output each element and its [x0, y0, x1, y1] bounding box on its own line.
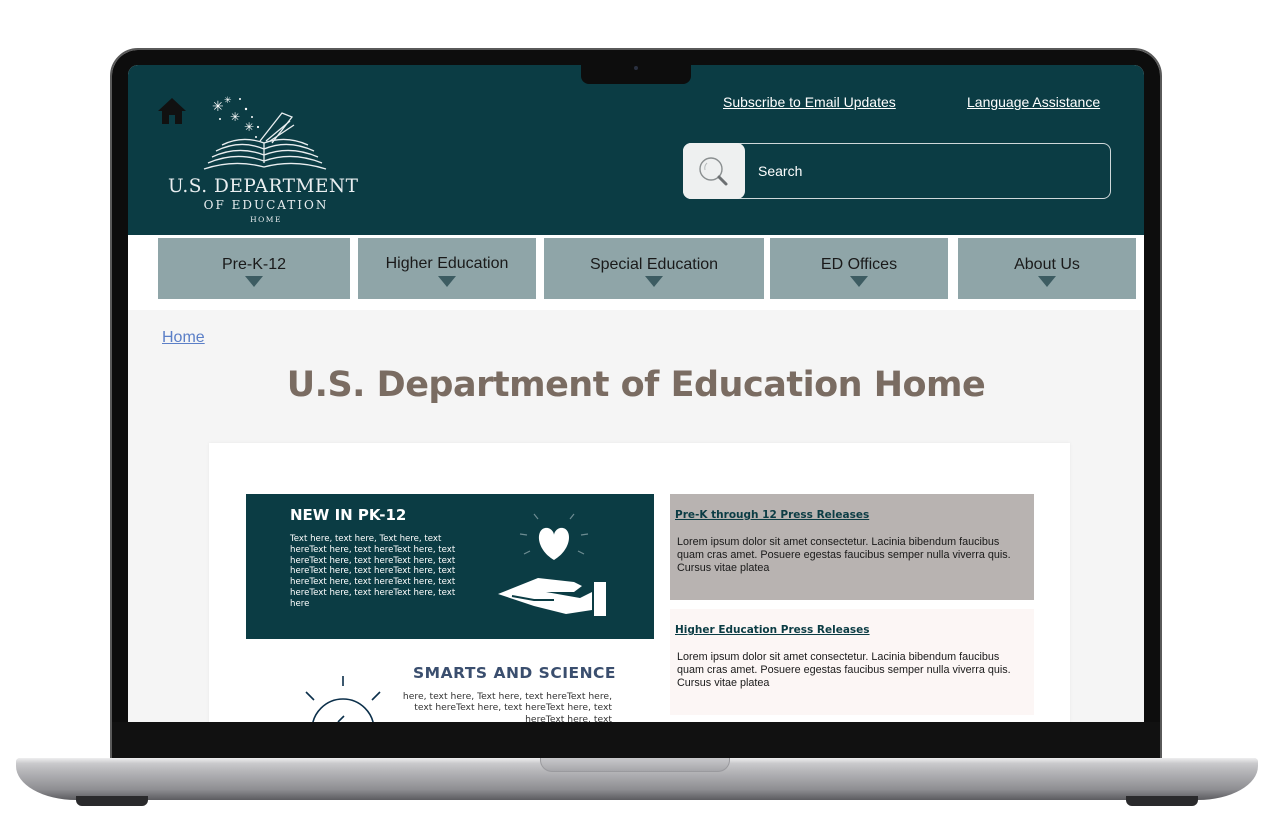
- laptop-thumb-notch: [540, 758, 730, 772]
- chevron-down-icon: [1038, 276, 1056, 287]
- nav-item-label: About Us: [1014, 256, 1080, 273]
- smarts-text: here, text here, Text here, text hereTex…: [402, 691, 612, 722]
- press-text: Lorem ipsum dolor sit amet consectetur. …: [677, 536, 1011, 575]
- press-box-higher-education: Higher Education Press Releases Lorem ip…: [670, 609, 1034, 715]
- chevron-down-icon: [245, 276, 263, 287]
- nav-item-higher-education[interactable]: Higher Education: [358, 238, 536, 299]
- search-placeholder: Search: [758, 163, 803, 179]
- nav-item-ed-offices[interactable]: ED Offices: [770, 238, 948, 299]
- svg-text:✳: ✳: [224, 96, 232, 106]
- search-button[interactable]: [683, 143, 745, 199]
- chevron-down-icon: [645, 276, 663, 287]
- chevron-down-icon: [438, 276, 456, 287]
- main-nav: Pre-K-12 Higher Education Special Educat…: [128, 235, 1144, 310]
- camera-icon: [634, 66, 638, 70]
- nav-item-label: Higher Education: [385, 255, 509, 272]
- press-box-pre-k-12: Pre-K through 12 Press Releases Lorem ip…: [670, 494, 1034, 600]
- nav-item-about-us[interactable]: About Us: [958, 238, 1136, 299]
- promo-new-in-pk12[interactable]: NEW IN PK-12 Text here, text here, Text …: [246, 494, 654, 639]
- svg-text:✳: ✳: [230, 110, 240, 124]
- laptop-foot-left: [76, 796, 148, 806]
- heart-hand-icon: [498, 513, 606, 616]
- promo-text: Text here, text here, Text here, text he…: [290, 534, 456, 609]
- nav-item-label: Special Education: [589, 256, 719, 273]
- press-text: Lorem ipsum dolor sit amet consectetur. …: [677, 651, 1011, 690]
- press-link-higher-education[interactable]: Higher Education Press Releases: [675, 624, 870, 636]
- nav-item-special-education[interactable]: Special Education: [544, 238, 764, 299]
- open-book-logo-icon[interactable]: ✳ ✳ ✳ ✳: [200, 91, 330, 175]
- site-header: ✳ ✳ ✳ ✳ U.S. DEPARTMENT OF EDUCATION HOM…: [128, 65, 1144, 235]
- nav-item-label: ED Offices: [820, 256, 898, 273]
- breadcrumb-home-link[interactable]: Home: [162, 329, 205, 347]
- search-icon: [699, 157, 728, 186]
- press-link-pre-k-12[interactable]: Pre-K through 12 Press Releases: [675, 509, 869, 521]
- page-title: U.S. Department of Education Home: [286, 365, 986, 405]
- chevron-down-icon: [850, 276, 868, 287]
- nav-item-label: Pre-K-12: [221, 256, 287, 273]
- logo-title: U.S. DEPARTMENT: [168, 176, 359, 197]
- promo-title: NEW IN PK-12: [290, 506, 407, 524]
- home-icon[interactable]: [156, 95, 188, 127]
- search-input[interactable]: [683, 143, 1111, 199]
- subscribe-link[interactable]: Subscribe to Email Updates: [723, 94, 896, 110]
- logo-home-label: HOME: [250, 215, 282, 224]
- nav-item-pre-k-12[interactable]: Pre-K-12: [158, 238, 350, 299]
- smarts-title: SMARTS AND SCIENCE: [413, 664, 617, 682]
- language-assistance-link[interactable]: Language Assistance: [967, 94, 1100, 110]
- lightbulb-icon: [305, 676, 381, 722]
- logo-subtitle: OF EDUCATION: [203, 198, 329, 212]
- browser-screen: ✳ ✳ ✳ ✳ U.S. DEPARTMENT OF EDUCATION HOM…: [128, 65, 1144, 722]
- svg-text:✳: ✳: [244, 120, 254, 134]
- laptop-bezel-bottom: [112, 722, 1160, 758]
- laptop-foot-right: [1126, 796, 1198, 806]
- svg-text:✳: ✳: [212, 99, 224, 115]
